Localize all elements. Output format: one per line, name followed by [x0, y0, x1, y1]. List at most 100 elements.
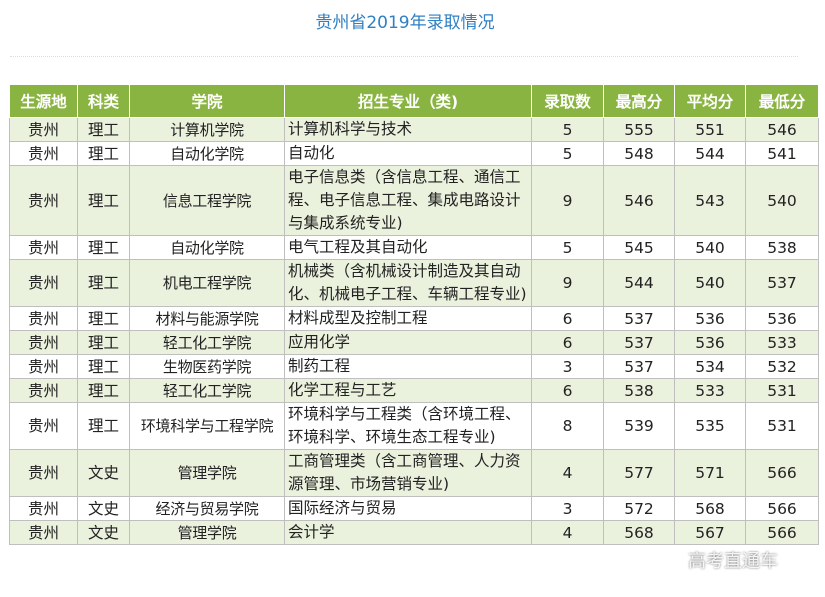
- cell-admitted: 8: [531, 402, 604, 450]
- cell-admitted: 3: [531, 496, 604, 521]
- cell-min-score: 531: [745, 402, 819, 450]
- cell-category: 理工: [77, 306, 130, 331]
- title-divider: [10, 56, 798, 57]
- table-row: 贵州 理工 自动化学院 自动化 5 548 544 541: [9, 141, 819, 166]
- cell-major: 计算机科学与技术: [284, 117, 532, 142]
- cell-admitted: 4: [531, 449, 604, 497]
- cell-max-score: 546: [603, 165, 675, 236]
- cell-admitted: 4: [531, 520, 604, 545]
- cell-college: 信息工程学院: [129, 165, 285, 236]
- header-avg-score: 平均分: [674, 84, 746, 118]
- cell-category: 文史: [77, 449, 130, 497]
- cell-avg-score: 551: [674, 117, 746, 142]
- cell-max-score: 537: [603, 330, 675, 355]
- cell-admitted: 5: [531, 141, 604, 166]
- cell-max-score: 538: [603, 378, 675, 403]
- header-admitted: 录取数: [531, 84, 604, 118]
- cell-major: 电气工程及其自动化: [284, 235, 532, 260]
- cell-major: 自动化: [284, 141, 532, 166]
- cell-category: 文史: [77, 496, 130, 521]
- cell-min-score: 537: [745, 259, 819, 307]
- cell-major: 会计学: [284, 520, 532, 545]
- cell-avg-score: 535: [674, 402, 746, 450]
- cell-max-score: 572: [603, 496, 675, 521]
- cell-category: 理工: [77, 141, 130, 166]
- cell-avg-score: 568: [674, 496, 746, 521]
- cell-college: 自动化学院: [129, 235, 285, 260]
- cell-avg-score: 540: [674, 235, 746, 260]
- cell-origin: 贵州: [9, 496, 78, 521]
- cell-avg-score: 571: [674, 449, 746, 497]
- cell-avg-score: 544: [674, 141, 746, 166]
- cell-major: 制药工程: [284, 354, 532, 379]
- cell-admitted: 3: [531, 354, 604, 379]
- cell-college: 轻工化工学院: [129, 378, 285, 403]
- cell-min-score: 533: [745, 330, 819, 355]
- cell-min-score: 546: [745, 117, 819, 142]
- header-college: 学院: [129, 84, 285, 118]
- cell-college: 管理学院: [129, 449, 285, 497]
- cell-admitted: 6: [531, 306, 604, 331]
- header-min-score: 最低分: [745, 84, 819, 118]
- cell-avg-score: 567: [674, 520, 746, 545]
- cell-origin: 贵州: [9, 520, 78, 545]
- cell-min-score: 566: [745, 449, 819, 497]
- table-row: 贵州 理工 计算机学院 计算机科学与技术 5 555 551 546: [9, 117, 819, 142]
- cell-major: 国际经济与贸易: [284, 496, 532, 521]
- table-body: 贵州 理工 计算机学院 计算机科学与技术 5 555 551 546 贵州 理工 自动化学院 自动化 5…: [9, 117, 819, 545]
- cell-min-score: 566: [745, 496, 819, 521]
- cell-avg-score: 533: [674, 378, 746, 403]
- table-header-row: 生源地 科类 学院 招生专业（类) 录取数 最高分 平均分 最低分: [9, 84, 819, 118]
- cell-origin: 贵州: [9, 378, 78, 403]
- cell-college: 轻工化工学院: [129, 330, 285, 355]
- cell-origin: 贵州: [9, 235, 78, 260]
- header-category: 科类: [77, 84, 130, 118]
- table-row: 贵州 理工 机电工程学院 机械类（含机械设计制造及其自动化、机械电子工程、车辆工程专业…: [9, 259, 819, 307]
- cell-origin: 贵州: [9, 117, 78, 142]
- cell-origin: 贵州: [9, 259, 78, 307]
- cell-major: 工商管理类（含工商管理、人力资源管理、市场营销专业): [284, 449, 532, 497]
- cell-category: 理工: [77, 165, 130, 236]
- table-row: 贵州 理工 轻工化工学院 应用化学 6 537 536 533: [9, 330, 819, 355]
- cell-major: 机械类（含机械设计制造及其自动化、机械电子工程、车辆工程专业): [284, 259, 532, 307]
- cell-avg-score: 540: [674, 259, 746, 307]
- cell-min-score: 536: [745, 306, 819, 331]
- cell-origin: 贵州: [9, 354, 78, 379]
- cell-avg-score: 534: [674, 354, 746, 379]
- table-row: 贵州 文史 管理学院 工商管理类（含工商管理、人力资源管理、市场营销专业) 4 577 57…: [9, 449, 819, 497]
- cell-avg-score: 543: [674, 165, 746, 236]
- cell-min-score: 531: [745, 378, 819, 403]
- cell-college: 机电工程学院: [129, 259, 285, 307]
- table-row: 贵州 理工 自动化学院 电气工程及其自动化 5 545 540 538: [9, 235, 819, 260]
- cell-admitted: 6: [531, 378, 604, 403]
- cell-max-score: 555: [603, 117, 675, 142]
- cell-max-score: 544: [603, 259, 675, 307]
- cell-origin: 贵州: [9, 141, 78, 166]
- cell-min-score: 538: [745, 235, 819, 260]
- cell-origin: 贵州: [9, 330, 78, 355]
- cell-admitted: 5: [531, 235, 604, 260]
- cell-major: 材料成型及控制工程: [284, 306, 532, 331]
- cell-major: 环境科学与工程类（含环境工程、环境科学、环境生态工程专业): [284, 402, 532, 450]
- cell-max-score: 568: [603, 520, 675, 545]
- table-row: 贵州 理工 环境科学与工程学院 环境科学与工程类（含环境工程、环境科学、环境生态工程专…: [9, 402, 819, 450]
- table-row: 贵州 文史 管理学院 会计学 4 568 567 566: [9, 520, 819, 545]
- cell-min-score: 566: [745, 520, 819, 545]
- cell-category: 理工: [77, 117, 130, 142]
- cell-college: 生物医药学院: [129, 354, 285, 379]
- cell-admitted: 9: [531, 259, 604, 307]
- cell-min-score: 541: [745, 141, 819, 166]
- table-row: 贵州 理工 信息工程学院 电子信息类（含信息工程、通信工程、电子信息工程、集成电路设计…: [9, 165, 819, 236]
- cell-avg-score: 536: [674, 330, 746, 355]
- cell-max-score: 545: [603, 235, 675, 260]
- table-row: 贵州 理工 材料与能源学院 材料成型及控制工程 6 537 536 536: [9, 306, 819, 331]
- watermark-text: 高考直通车: [688, 551, 778, 572]
- cell-origin: 贵州: [9, 165, 78, 236]
- cell-max-score: 537: [603, 306, 675, 331]
- cell-max-score: 537: [603, 354, 675, 379]
- cell-min-score: 540: [745, 165, 819, 236]
- cell-college: 管理学院: [129, 520, 285, 545]
- cell-college: 环境科学与工程学院: [129, 402, 285, 450]
- cell-category: 理工: [77, 259, 130, 307]
- cell-category: 文史: [77, 520, 130, 545]
